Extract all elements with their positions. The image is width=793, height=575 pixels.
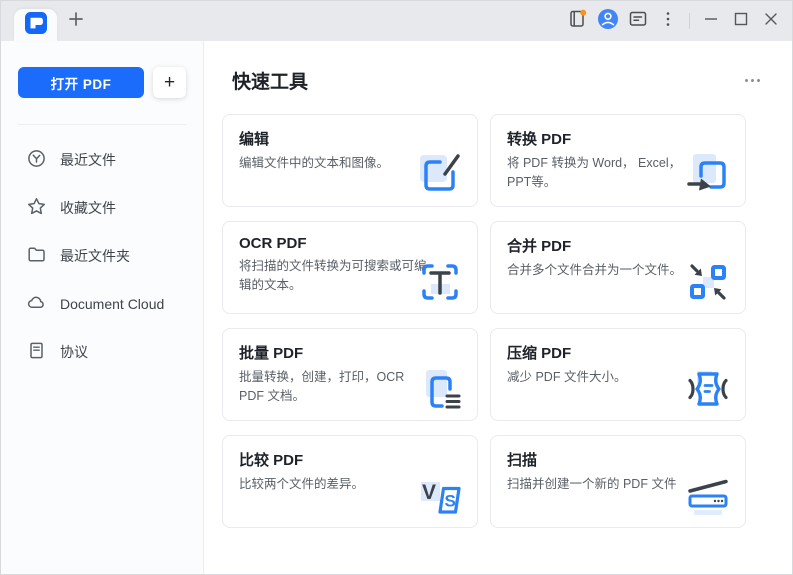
sidebar: 打开 PDF + 最近文件 [1,41,204,575]
sidebar-item-document-cloud[interactable]: Document Cloud [1,280,203,328]
card-ocr-pdf[interactable]: OCR PDF 将扫描的文件转换为可搜索或可编辑的文本。 [222,221,478,314]
card-convert-pdf[interactable]: 转换 PDF 将 PDF 转换为 Word， Excel，PPT等。 [490,114,746,207]
card-title: 比较 PDF [239,449,461,470]
sidebar-divider [18,124,186,125]
more-dots-icon [745,79,748,82]
feedback-icon [627,8,649,35]
ocr-icon [416,258,464,306]
titlebar-separator [689,13,690,29]
page-title: 快速工具 [232,67,308,94]
compress-icon [684,365,732,413]
minimize-button[interactable] [696,6,726,36]
sidebar-item-label: 最近文件 [60,150,116,170]
cloud-icon [27,293,46,315]
menu-button[interactable] [653,6,683,36]
quick-tools-grid: 编辑 编辑文件中的文本和图像。 转换 PDF 将 PDF 转换为 Word， E… [222,114,746,528]
sidebar-item-recent-folders[interactable]: 最近文件夹 [1,232,203,280]
sidebar-item-label: Document Cloud [60,296,164,312]
card-title: 合并 PDF [507,235,729,256]
folder-icon [27,245,46,267]
card-title: 编辑 [239,128,461,149]
card-description: 将 PDF 转换为 Word， Excel，PPT等。 [507,154,699,192]
sidebar-item-agreement[interactable]: 协议 [1,328,203,376]
card-title: OCR PDF [239,235,461,252]
card-compress-pdf[interactable]: 压缩 PDF 减少 PDF 文件大小。 [490,328,746,421]
whats-new-button[interactable] [563,6,593,36]
card-scan[interactable]: 扫描 扫描并创建一个新的 PDF 文件 [490,435,746,528]
svg-text:S: S [445,492,456,511]
batch-icon [416,365,464,413]
scanner-icon [684,472,732,520]
card-title: 扫描 [507,449,729,470]
close-icon [761,9,781,34]
card-description: 将扫描的文件转换为可搜索或可编辑的文本。 [239,257,431,295]
close-button[interactable] [756,6,786,36]
sidebar-item-favorites[interactable]: 收藏文件 [1,184,203,232]
clock-icon [27,149,46,171]
new-tab-button[interactable] [67,12,85,30]
card-description: 批量转换，创建，打印，OCR PDF 文档。 [239,368,431,406]
card-compare-pdf[interactable]: 比较 PDF 比较两个文件的差异。 V S [222,435,478,528]
maximize-button[interactable] [726,6,756,36]
card-description: 比较两个文件的差异。 [239,475,431,494]
open-pdf-button[interactable]: 打开 PDF [18,67,144,98]
titlebar [1,1,792,41]
feedback-button[interactable] [623,6,653,36]
card-merge-pdf[interactable]: 合并 PDF 合并多个文件合并为一个文件。 [490,221,746,314]
star-icon [27,197,46,219]
card-title: 转换 PDF [507,128,729,149]
more-tools-button[interactable] [743,73,762,88]
whats-new-icon [567,8,589,35]
merge-icon [684,258,732,306]
card-title: 压缩 PDF [507,342,729,363]
create-pdf-button[interactable]: + [153,67,186,98]
plus-icon [67,10,85,33]
pdfelement-logo [25,12,47,39]
card-batch-pdf[interactable]: 批量 PDF 批量转换，创建，打印，OCR PDF 文档。 [222,328,478,421]
maximize-icon [731,9,751,34]
more-menu-icon [658,9,678,34]
sidebar-item-label: 最近文件夹 [60,246,130,266]
minimize-icon [701,9,721,34]
sidebar-nav: 最近文件 收藏文件 最近文件夹 [1,136,203,376]
card-description: 扫描并创建一个新的 PDF 文件 [507,475,699,494]
sidebar-item-label: 协议 [60,342,88,362]
account-avatar-icon [596,7,620,36]
card-description: 减少 PDF 文件大小。 [507,368,699,387]
document-tab[interactable] [14,9,57,41]
compare-icon: V S [416,472,464,520]
app-window: 打开 PDF + 最近文件 [0,0,793,575]
sidebar-item-label: 收藏文件 [60,198,116,218]
svg-text:V: V [422,481,436,504]
account-button[interactable] [593,6,623,36]
card-edit[interactable]: 编辑 编辑文件中的文本和图像。 [222,114,478,207]
main-content: 快速工具 编辑 编辑文件中的文本和图像。 [204,41,792,575]
convert-icon [684,151,732,199]
agreement-icon [27,341,46,363]
edit-icon [416,151,464,199]
titlebar-actions [563,1,792,41]
card-description: 编辑文件中的文本和图像。 [239,154,431,173]
card-title: 批量 PDF [239,342,461,363]
card-description: 合并多个文件合并为一个文件。 [507,261,699,280]
sidebar-item-recent-files[interactable]: 最近文件 [1,136,203,184]
